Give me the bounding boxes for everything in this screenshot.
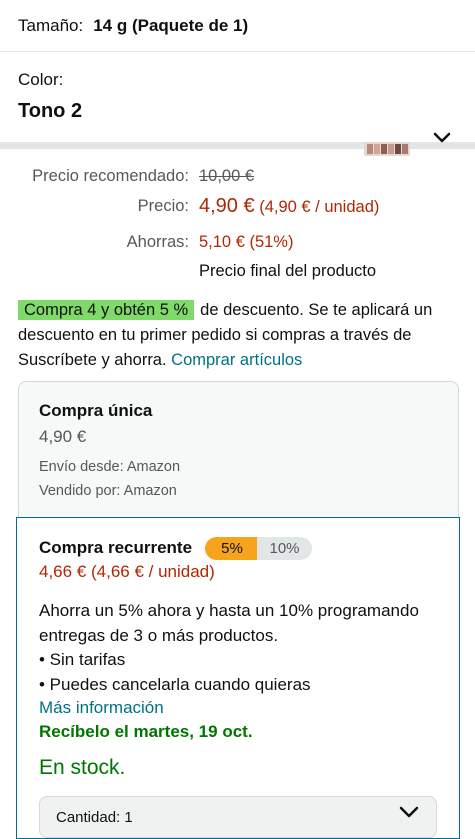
- one-time-price: 4,90 €: [39, 427, 87, 446]
- one-time-title: Compra única: [39, 401, 153, 420]
- subscribe-price: 4,66 € (4,66 € / unidad): [39, 562, 215, 581]
- size-label: Tamaño:: [18, 15, 84, 35]
- chevron-down-icon: [399, 806, 419, 818]
- quantity-label: Cantidad: 1: [56, 809, 133, 826]
- list-price-value: 10,00 €: [199, 167, 255, 185]
- shop-items-link[interactable]: Comprar artículos: [171, 351, 302, 369]
- savings-value: 5,10 € (51%): [199, 233, 294, 251]
- final-price-note: Precio final del producto: [199, 262, 377, 280]
- promo-text: Compra 4 y obtén 5 % de descuento. Se te …: [18, 298, 458, 373]
- size-value: 14 g (Paquete de 1): [93, 15, 249, 35]
- size-row: Tamaño: 14 g (Paquete de 1): [0, 0, 475, 52]
- discount-chip-5[interactable]: 5%: [205, 537, 259, 560]
- list-price-label: Precio recomendado:: [32, 167, 189, 185]
- discount-chip-10[interactable]: 10%: [257, 537, 312, 560]
- price-value-group: 4,90 € (4,90 € / unidad): [199, 195, 379, 218]
- price-label: Precio:: [137, 197, 189, 215]
- subscribe-title: Compra recurrente: [39, 538, 193, 557]
- subscribe-description: Ahorra un 5% ahora y hasta un 10% progra…: [39, 599, 449, 697]
- color-selector[interactable]: Color: Tono 2: [0, 52, 475, 156]
- price-value: 4,90 €: [199, 195, 255, 217]
- subscribe-option[interactable]: Compra recurrente 5% 10% 4,66 € (4,66 € …: [16, 517, 460, 839]
- price-per-unit: (4,90 € / unidad): [259, 198, 380, 216]
- color-label: Color:: [18, 70, 64, 89]
- color-value: Tono 2: [18, 100, 83, 122]
- promo-badge: Compra 4 y obtén 5 %: [18, 300, 195, 320]
- bullet-cancel: • Puedes cancelarla cuando quieras: [39, 674, 311, 694]
- more-info-link[interactable]: Más información: [39, 698, 164, 718]
- quantity-select[interactable]: Cantidad: 1: [39, 796, 437, 838]
- sold-by: Vendido por: Amazon: [39, 483, 177, 499]
- bullet-no-fees: • Sin tarifas: [39, 650, 126, 669]
- subscribe-desc-line: Ahorra un 5% ahora y hasta un 10% progra…: [39, 601, 419, 645]
- chevron-down-icon[interactable]: [433, 132, 451, 144]
- ships-from: Envío desde: Amazon: [39, 459, 181, 475]
- delivery-date: Recíbelo el martes, 19 oct.: [39, 722, 253, 741]
- savings-label: Ahorras:: [126, 233, 189, 251]
- price-block: Precio recomendado: 10,00 € Precio: 4,90…: [0, 149, 475, 289]
- stock-status: En stock.: [39, 756, 126, 779]
- one-time-purchase-option[interactable]: Compra única 4,90 € Envío desde: Amazon …: [18, 381, 459, 519]
